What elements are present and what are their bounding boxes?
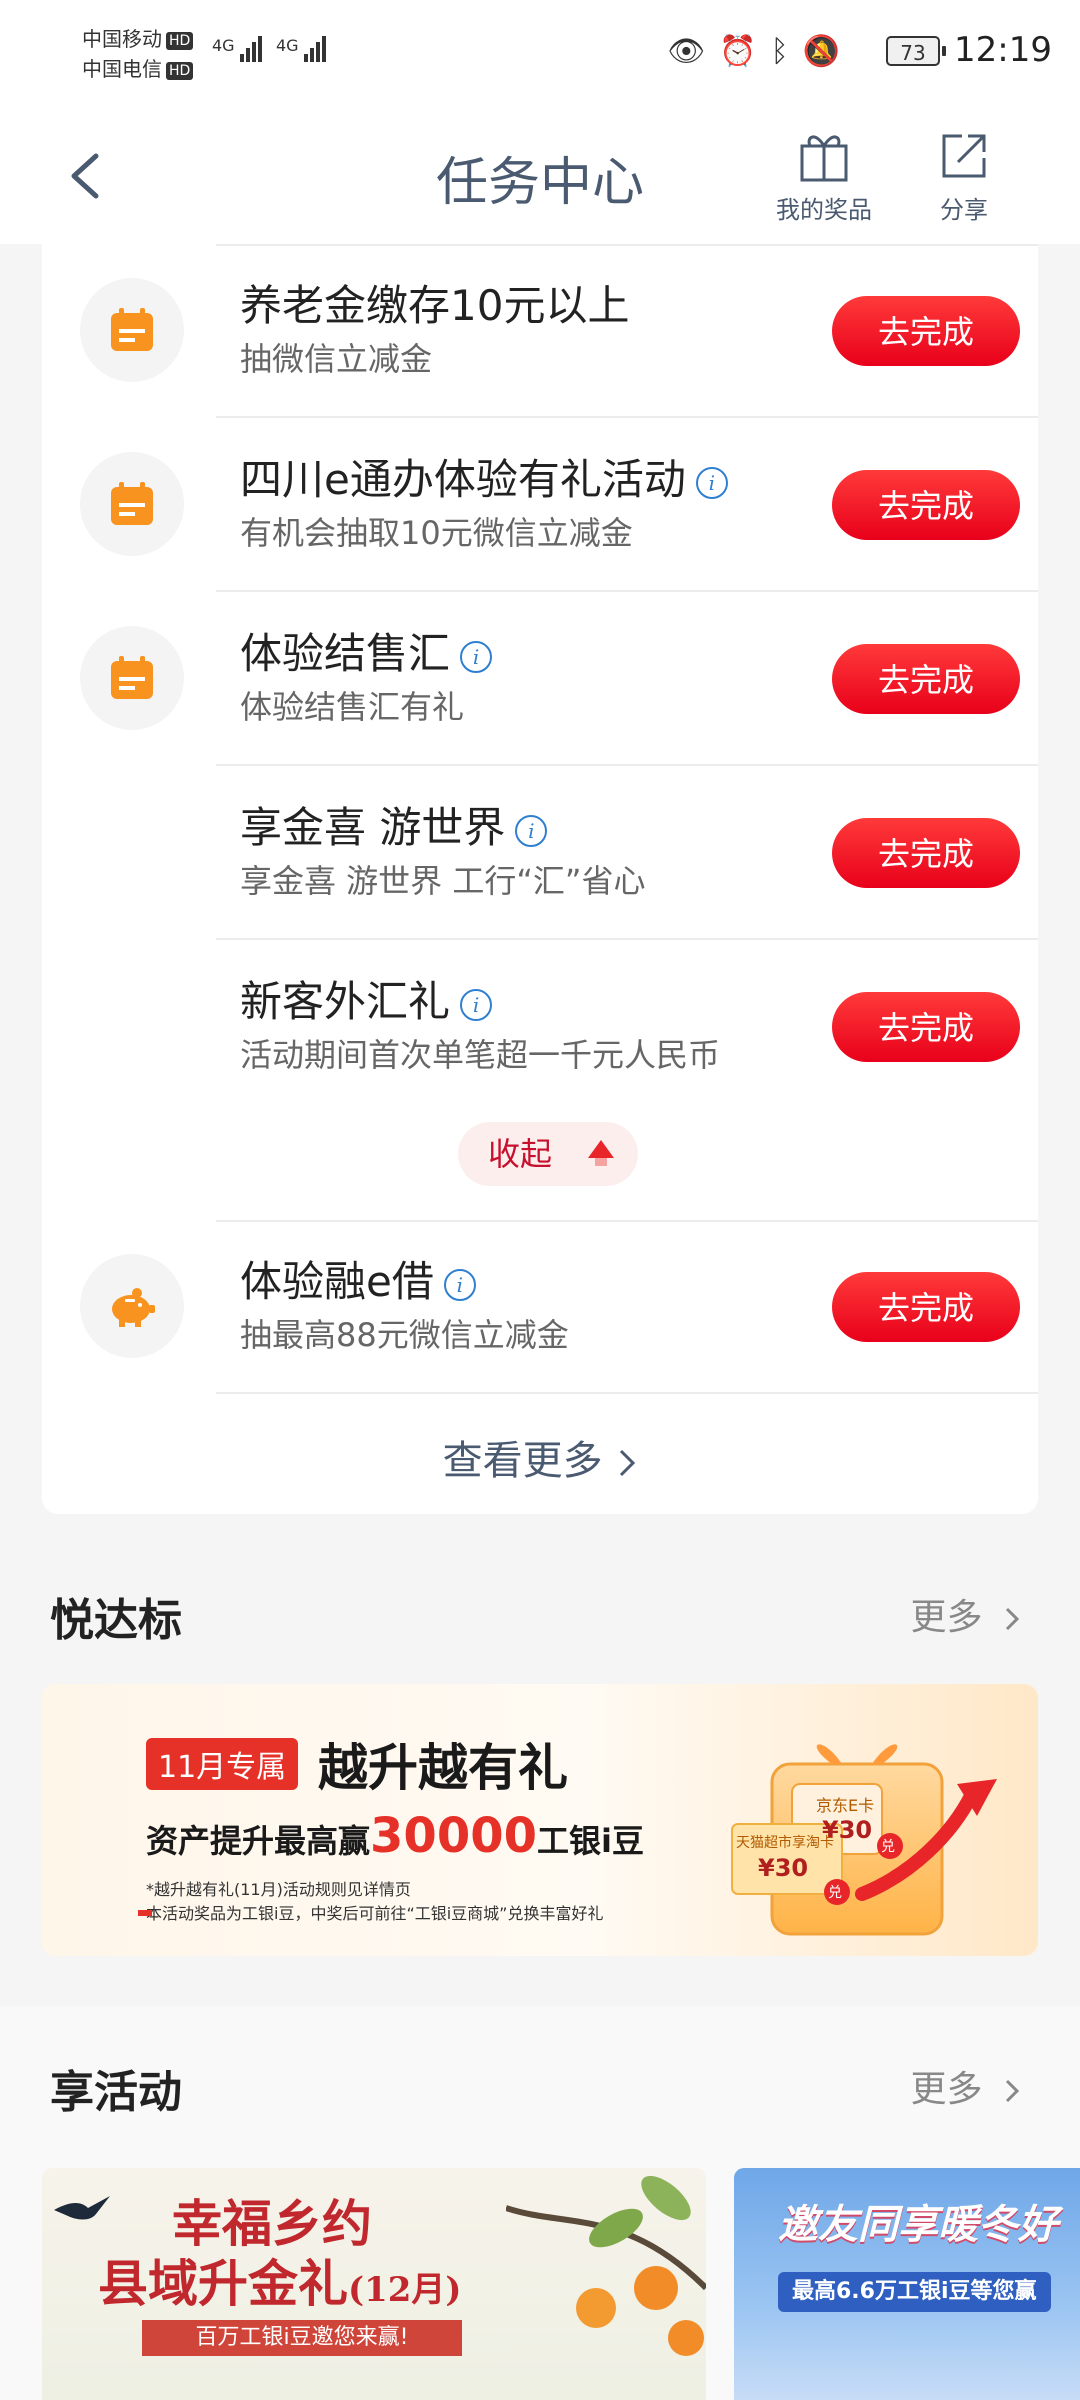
- task-icon: [80, 452, 184, 556]
- chevron-right-icon: [1005, 1607, 1020, 1631]
- complete-task-button[interactable]: 去完成: [832, 296, 1020, 366]
- task-list-card: 养老金缴存10元以上 抽微信立减金 去完成 四川e通办体验有礼活动 i 有机会抽取…: [42, 244, 1038, 1514]
- share-button[interactable]: 分享: [936, 128, 992, 225]
- task-title: 养老金缴存10元以上: [240, 281, 630, 330]
- banner-note: 本活动奖品为工银i豆，中奖后可前往“工银i豆商城”兑换丰富好礼: [137, 1900, 603, 1924]
- signal-icon: 4G: [276, 36, 328, 62]
- view-more-link[interactable]: 查看更多: [42, 1428, 1038, 1486]
- app-header: 任务中心 我的奖品 分享: [0, 110, 1080, 244]
- piggy-bank-icon: [112, 1288, 155, 1327]
- card-label: 京东E卡: [816, 1796, 875, 1815]
- share-icon: [942, 134, 986, 178]
- info-icon[interactable]: i: [515, 814, 548, 847]
- task-item: 体验融e借 i 抽最高88元微信立减金 去完成: [42, 1220, 1038, 1394]
- activity-banner-county-gold[interactable]: 幸福乡约 县域升金礼(12月) 百万工银i豆邀您来赢!: [42, 2168, 706, 2400]
- info-icon[interactable]: i: [460, 640, 493, 673]
- bluetooth-icon: ᛒ: [770, 34, 789, 69]
- task-description: 抽微信立减金: [240, 340, 433, 378]
- network-type: 4G: [276, 36, 299, 55]
- task-title: 体验融e借 i: [240, 1248, 476, 1309]
- mute-icon: 🔕: [802, 34, 840, 69]
- task-title: 享金喜 游世界 i: [240, 794, 548, 855]
- task-description: 抽最高88元微信立减金: [240, 1316, 569, 1354]
- collapse-button[interactable]: 收起: [458, 1122, 638, 1186]
- alarm-icon: ⏰: [719, 34, 757, 69]
- gift-icon: [800, 135, 848, 182]
- my-prizes-button[interactable]: 我的奖品: [776, 128, 872, 225]
- task-title: 四川e通办体验有礼活动 i: [240, 446, 728, 507]
- info-icon[interactable]: i: [695, 466, 728, 499]
- banner-subtitle: 百万工银i豆邀您来赢!: [142, 2320, 462, 2356]
- eye-icon: 👁: [667, 34, 706, 69]
- task-description: 有机会抽取10元微信立减金: [240, 514, 633, 552]
- task-icon: [80, 278, 184, 382]
- network-type: 4G: [212, 36, 235, 55]
- calendar-icon: [111, 308, 153, 351]
- promo-banner-rising-rewards[interactable]: 11月专属 越升越有礼 资产提升最高赢30000工银i豆 *越升越有礼(11月)…: [42, 1684, 1038, 1956]
- clock: 12:19: [954, 30, 1052, 70]
- hd-badge: HD: [166, 61, 194, 80]
- section-title-yuedabiao: 悦达标: [50, 1595, 182, 1646]
- gift-box-illustration: 京东E卡 ¥30 天猫超市享淘卡 ¥30 兑 兑: [722, 1724, 1012, 1944]
- signal-icon: 4G: [212, 36, 264, 62]
- status-bar: 中国移动 HD 中国电信 HD 4G 4G 👁 ⏰ ᛒ 🔕 73 12:19: [0, 0, 1080, 110]
- task-title: 体验结售汇 i: [240, 620, 493, 681]
- info-icon[interactable]: i: [460, 988, 493, 1021]
- complete-task-button[interactable]: 去完成: [832, 470, 1020, 540]
- complete-task-button[interactable]: 去完成: [832, 1272, 1020, 1342]
- task-description: 享金喜 游世界 工行“汇”省心: [240, 862, 646, 900]
- share-label: 分享: [940, 196, 988, 224]
- card-value: ¥30: [758, 1854, 809, 1882]
- task-item: 四川e通办体验有礼活动 i 有机会抽取10元微信立减金 去完成: [42, 418, 1038, 592]
- carrier-1: 中国移动: [82, 27, 162, 51]
- task-description: 体验结售汇有礼: [240, 688, 465, 726]
- swallow-icon: [54, 2196, 110, 2220]
- task-description: 活动期间首次单笔超一千元人民币: [240, 1036, 721, 1074]
- task-item: 养老金缴存10元以上 抽微信立减金 去完成: [42, 244, 1038, 418]
- carrier-info: 中国移动 HD 中国电信 HD: [82, 24, 194, 84]
- view-more-label: 查看更多: [442, 1438, 603, 1484]
- redeem-badge: 兑: [828, 1885, 842, 1901]
- more-label: 更多: [910, 2069, 983, 2110]
- calendar-icon: [111, 482, 153, 525]
- orange-branch-illustration: [506, 2175, 706, 2356]
- task-item: 新客外汇礼 i 活动期间首次单笔超一千元人民币 去完成: [42, 940, 1038, 1114]
- my-prizes-label: 我的奖品: [776, 196, 872, 224]
- banner-tag: 11月专属: [146, 1738, 299, 1790]
- section-title-activities: 享活动: [50, 2067, 182, 2118]
- banner-subtitle: 最高6.6万工银i豆等您赢: [778, 2272, 1051, 2312]
- task-item: 体验结售汇 i 体验结售汇有礼 去完成: [42, 592, 1038, 766]
- collapse-label: 收起: [488, 1135, 553, 1173]
- task-item: 享金喜 游世界 i 享金喜 游世界 工行“汇”省心 去完成: [42, 766, 1038, 940]
- complete-task-button[interactable]: 去完成: [832, 818, 1020, 888]
- complete-task-button[interactable]: 去完成: [832, 992, 1020, 1062]
- chevron-right-icon: [620, 1449, 636, 1477]
- section-more-link[interactable]: 更多: [911, 1588, 1022, 1640]
- task-title: 新客外汇礼 i: [240, 968, 493, 1029]
- card-label: 天猫超市享淘卡: [736, 1835, 834, 1851]
- chevron-right-icon: [1005, 2079, 1020, 2103]
- arrow-up-icon: [588, 1140, 614, 1166]
- redeem-badge: 兑: [881, 1839, 895, 1855]
- battery-icon: 73: [886, 36, 946, 66]
- carrier-2: 中国电信: [82, 57, 162, 81]
- banner-subtitle: 资产提升最高赢30000工银i豆: [146, 1808, 644, 1864]
- banner-note: *越升越有礼(11月)活动规则见详情页: [146, 1880, 411, 1899]
- info-icon[interactable]: i: [443, 1268, 476, 1301]
- more-label: 更多: [910, 1597, 983, 1638]
- page-title: 任务中心: [435, 153, 644, 213]
- section-more-link[interactable]: 更多: [911, 2060, 1022, 2112]
- hd-badge: HD: [166, 31, 194, 50]
- banner-title: 县域升金礼(12月): [98, 2254, 462, 2313]
- activity-banner-invite-friends[interactable]: 邀友同享暖冬好 最高6.6万工银i豆等您赢: [734, 2168, 1080, 2400]
- banner-title: 越升越有礼: [318, 1739, 568, 1797]
- task-icon: [80, 626, 184, 730]
- task-icon: [80, 1254, 184, 1358]
- complete-task-button[interactable]: 去完成: [832, 644, 1020, 714]
- system-icons: 👁 ⏰ ᛒ 🔕: [667, 32, 840, 72]
- calendar-icon: [111, 656, 153, 699]
- banner-title: 邀友同享暖冬好: [778, 2202, 1058, 2248]
